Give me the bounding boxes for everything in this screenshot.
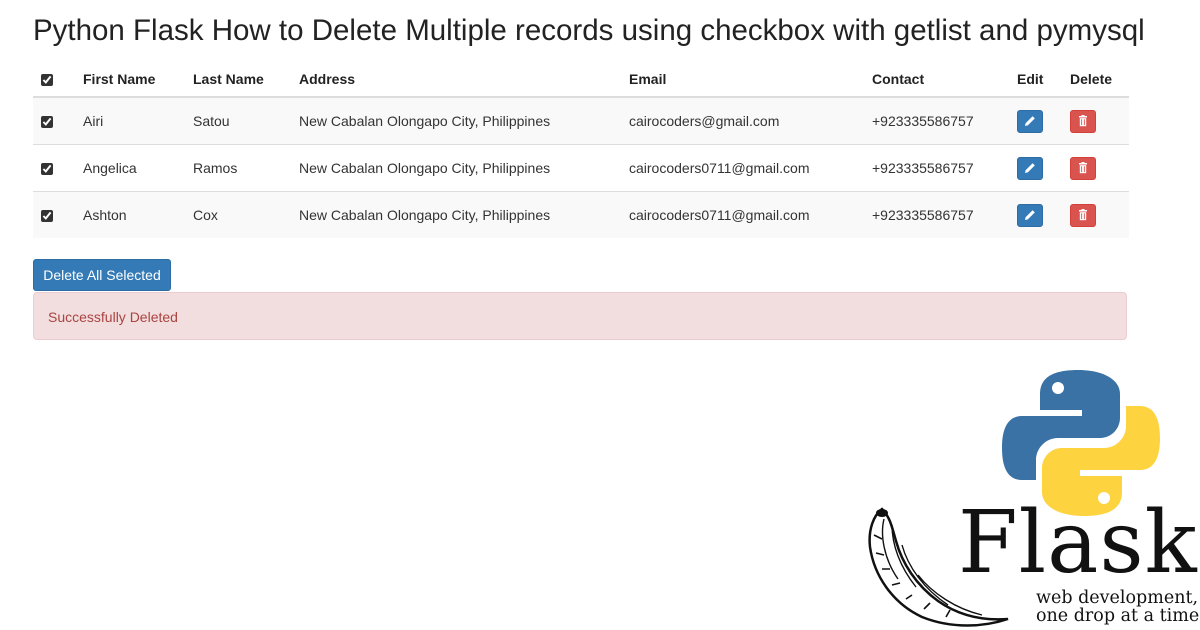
edit-cell [1017, 191, 1070, 238]
table-row: Angelica Ramos New Cabalan Olongapo City… [33, 144, 1129, 192]
trash-icon [1079, 161, 1087, 173]
flask-logo-wordmark: Flask [958, 493, 1198, 593]
select-all-checkbox[interactable] [41, 74, 53, 87]
delete-cell [1070, 97, 1129, 145]
success-alert: Successfully Deleted [33, 292, 1127, 340]
row-checkbox[interactable] [41, 163, 53, 176]
edit-button[interactable] [1017, 203, 1043, 227]
table-row: Airi Satou New Cabalan Olongapo City, Ph… [33, 97, 1129, 145]
delete-cell [1070, 191, 1129, 238]
pencil-icon [1025, 209, 1035, 220]
trash-icon [1079, 208, 1087, 220]
flask-tagline-line2: one drop at a time [1036, 606, 1200, 626]
header-email: Email [629, 62, 872, 98]
cell-email: cairocoders@gmail.com [629, 97, 872, 145]
alert-message: Successfully Deleted [48, 309, 178, 325]
cell-email: cairocoders0711@gmail.com [629, 191, 872, 238]
header-edit: Edit [1017, 62, 1070, 98]
cell-last-name: Satou [193, 97, 299, 145]
cell-address: New Cabalan Olongapo City, Philippines [299, 191, 629, 238]
edit-cell [1017, 144, 1070, 192]
header-first-name: First Name [83, 62, 193, 98]
cell-address: New Cabalan Olongapo City, Philippines [299, 97, 629, 145]
delete-button[interactable] [1070, 203, 1096, 227]
cell-contact: +923335586757 [872, 144, 1017, 192]
cell-first-name: Ashton [83, 191, 193, 238]
header-address: Address [299, 62, 629, 98]
trash-icon [1079, 114, 1087, 126]
edit-cell [1017, 97, 1070, 145]
row-select-cell [33, 144, 83, 192]
header-contact: Contact [872, 62, 1017, 98]
flask-tagline: web development, one drop at a time [1036, 589, 1199, 625]
cell-last-name: Ramos [193, 144, 299, 192]
edit-button[interactable] [1017, 156, 1043, 180]
flask-tagline-line1: web development, [1036, 588, 1199, 608]
row-select-cell [33, 97, 83, 145]
table-row: Ashton Cox New Cabalan Olongapo City, Ph… [33, 191, 1129, 238]
pencil-icon [1025, 162, 1035, 173]
cell-first-name: Airi [83, 97, 193, 145]
cell-contact: +923335586757 [872, 191, 1017, 238]
cell-first-name: Angelica [83, 144, 193, 192]
header-last-name: Last Name [193, 62, 299, 98]
delete-button[interactable] [1070, 156, 1096, 180]
edit-button[interactable] [1017, 109, 1043, 133]
row-checkbox[interactable] [41, 116, 53, 129]
page-title: Python Flask How to Delete Multiple reco… [33, 14, 1145, 47]
cell-last-name: Cox [193, 191, 299, 238]
records-table: First Name Last Name Address Email Conta… [33, 62, 1129, 238]
row-checkbox[interactable] [41, 210, 53, 223]
table-header-row: First Name Last Name Address Email Conta… [33, 62, 1129, 98]
cell-address: New Cabalan Olongapo City, Philippines [299, 144, 629, 192]
select-all-cell [33, 62, 83, 98]
delete-button[interactable] [1070, 109, 1096, 133]
row-select-cell [33, 191, 83, 238]
pencil-icon [1025, 115, 1035, 126]
cell-email: cairocoders0711@gmail.com [629, 144, 872, 192]
delete-cell [1070, 144, 1129, 192]
header-delete: Delete [1070, 62, 1129, 98]
cell-contact: +923335586757 [872, 97, 1017, 145]
delete-all-selected-button[interactable]: Delete All Selected [33, 259, 171, 291]
